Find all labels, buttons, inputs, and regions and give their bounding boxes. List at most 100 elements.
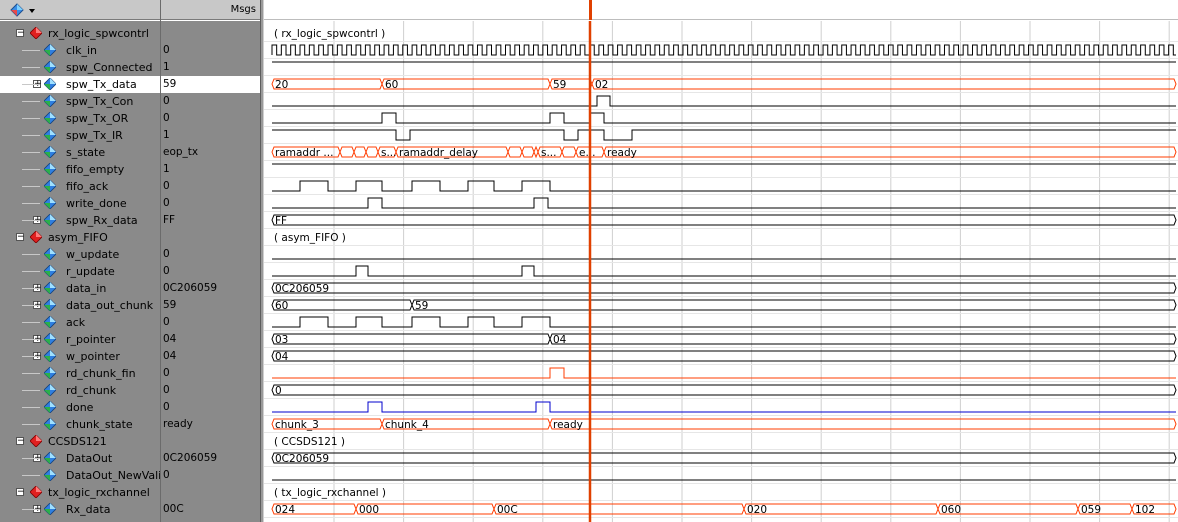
signal-row[interactable]: fifo_ack — [0, 178, 160, 195]
tree-connector — [22, 50, 40, 51]
signal-icon — [43, 247, 57, 261]
value-row[interactable] — [161, 433, 260, 450]
bus-segment — [603, 146, 1177, 158]
bus-segment — [271, 452, 1177, 464]
signal-row[interactable]: +Rx_data — [0, 501, 160, 518]
signal-row[interactable]: write_done — [0, 195, 160, 212]
value-row[interactable]: 0 — [161, 42, 260, 59]
bus-value-label: 03 — [275, 334, 288, 346]
collapse-icon[interactable]: − — [16, 29, 25, 38]
column-divider[interactable] — [160, 0, 161, 522]
signal-row[interactable]: − rx_logic_spwcontrl — [0, 25, 160, 42]
signal-value: 0 — [163, 469, 170, 481]
wave-panel[interactable]: ( rx_logic_spwcontrl ) 20 60 59 02 ramaddr ..… — [264, 21, 1178, 522]
signal-value: 0C206059 — [163, 282, 218, 294]
waveform-canvas[interactable]: ( rx_logic_spwcontrl ) 20 60 59 02 ramaddr ..… — [264, 21, 1178, 522]
bus-value-label: 02 — [595, 79, 608, 91]
signal-row[interactable]: rd_chunk — [0, 382, 160, 399]
value-row[interactable]: 1 — [161, 127, 260, 144]
value-row[interactable]: 04 — [161, 331, 260, 348]
signal-row[interactable]: +data_out_chunk — [0, 297, 160, 314]
signal-row[interactable]: spw_Tx_Con — [0, 93, 160, 110]
wave-tools-icon[interactable] — [10, 3, 36, 20]
value-row[interactable]: 0 — [161, 93, 260, 110]
tree-connector — [22, 203, 40, 204]
tree-connector — [22, 186, 40, 187]
tree-connector — [22, 254, 40, 255]
bus-segment — [271, 299, 413, 311]
collapse-icon[interactable]: − — [16, 437, 25, 446]
value-row[interactable] — [161, 25, 260, 42]
value-row[interactable]: 0 — [161, 365, 260, 382]
signal-row[interactable]: +r_pointer — [0, 331, 160, 348]
value-row[interactable] — [161, 484, 260, 501]
value-row[interactable]: 0 — [161, 382, 260, 399]
signal-row[interactable]: clk_in — [0, 42, 160, 59]
signal-icon — [43, 383, 57, 397]
signal-row[interactable]: spw_Connected — [0, 59, 160, 76]
signal-value: 0 — [163, 401, 170, 413]
value-row[interactable]: 1 — [161, 161, 260, 178]
value-row[interactable]: 0 — [161, 178, 260, 195]
value-row[interactable]: 04 — [161, 348, 260, 365]
value-row[interactable]: eop_tx — [161, 144, 260, 161]
value-row[interactable]: 1 — [161, 59, 260, 76]
bus-segment — [507, 146, 523, 158]
value-row[interactable]: 0 — [161, 467, 260, 484]
signal-row[interactable]: spw_Tx_OR — [0, 110, 160, 127]
bus-value-label: ramaddr_delay — [399, 147, 478, 159]
signal-name: rd_chunk_fin — [66, 367, 136, 380]
signal-row[interactable]: − tx_logic_rxchannel — [0, 484, 160, 501]
bus-value-label: 04 — [553, 334, 567, 346]
bus-segment — [549, 333, 1177, 345]
value-row[interactable]: 0C206059 — [161, 450, 260, 467]
value-row[interactable]: 0 — [161, 314, 260, 331]
signal-value: 59 — [163, 78, 177, 90]
signal-icon — [43, 77, 57, 91]
bus-segment — [549, 418, 1177, 430]
signal-row[interactable]: ack — [0, 314, 160, 331]
value-row[interactable]: FF — [161, 212, 260, 229]
signal-row[interactable]: w_update — [0, 246, 160, 263]
cursor-marker[interactable] — [589, 0, 592, 20]
signal-row[interactable]: rd_chunk_fin — [0, 365, 160, 382]
signal-row[interactable]: s_state — [0, 144, 160, 161]
signal-row[interactable]: +spw_Rx_data — [0, 212, 160, 229]
signal-row[interactable]: r_update — [0, 263, 160, 280]
signal-icon — [43, 468, 57, 482]
signal-name: spw_Tx_Con — [66, 95, 134, 108]
signal-row[interactable]: − asym_FIFO — [0, 229, 160, 246]
value-row[interactable]: 0 — [161, 246, 260, 263]
bit-waveform — [272, 265, 1176, 277]
signal-row[interactable]: +spw_Tx_data — [0, 76, 160, 93]
value-row[interactable]: 59 — [161, 76, 260, 93]
value-row[interactable] — [161, 229, 260, 246]
value-row[interactable]: ready — [161, 416, 260, 433]
value-row[interactable]: 0 — [161, 110, 260, 127]
value-row[interactable]: 59 — [161, 297, 260, 314]
collapse-icon[interactable]: − — [16, 233, 25, 242]
value-row[interactable]: 0 — [161, 263, 260, 280]
value-row[interactable]: 0 — [161, 399, 260, 416]
signal-row[interactable]: spw_Tx_IR — [0, 127, 160, 144]
value-row[interactable]: 00C — [161, 501, 260, 518]
value-row[interactable]: 0 — [161, 195, 260, 212]
signal-name: clk_in — [66, 44, 98, 57]
signal-row[interactable]: +data_in — [0, 280, 160, 297]
bit-waveform — [272, 401, 1176, 413]
group-label: ( CCSDS121 ) — [274, 436, 345, 448]
signal-row[interactable]: +DataOut — [0, 450, 160, 467]
value-row[interactable]: 0C206059 — [161, 280, 260, 297]
signal-value: 0 — [163, 384, 170, 396]
signal-row[interactable]: done — [0, 399, 160, 416]
bus-value-label: e... — [579, 147, 595, 159]
signal-row[interactable]: +w_pointer — [0, 348, 160, 365]
signal-row[interactable]: DataOut_NewValid — [0, 467, 160, 484]
signal-icon — [43, 417, 57, 431]
collapse-icon[interactable]: − — [16, 488, 25, 497]
signal-row[interactable]: chunk_state — [0, 416, 160, 433]
signal-row[interactable]: − CCSDS121 — [0, 433, 160, 450]
tree-connector — [22, 169, 40, 170]
signal-name: w_update — [66, 248, 120, 261]
signal-row[interactable]: fifo_empty — [0, 161, 160, 178]
